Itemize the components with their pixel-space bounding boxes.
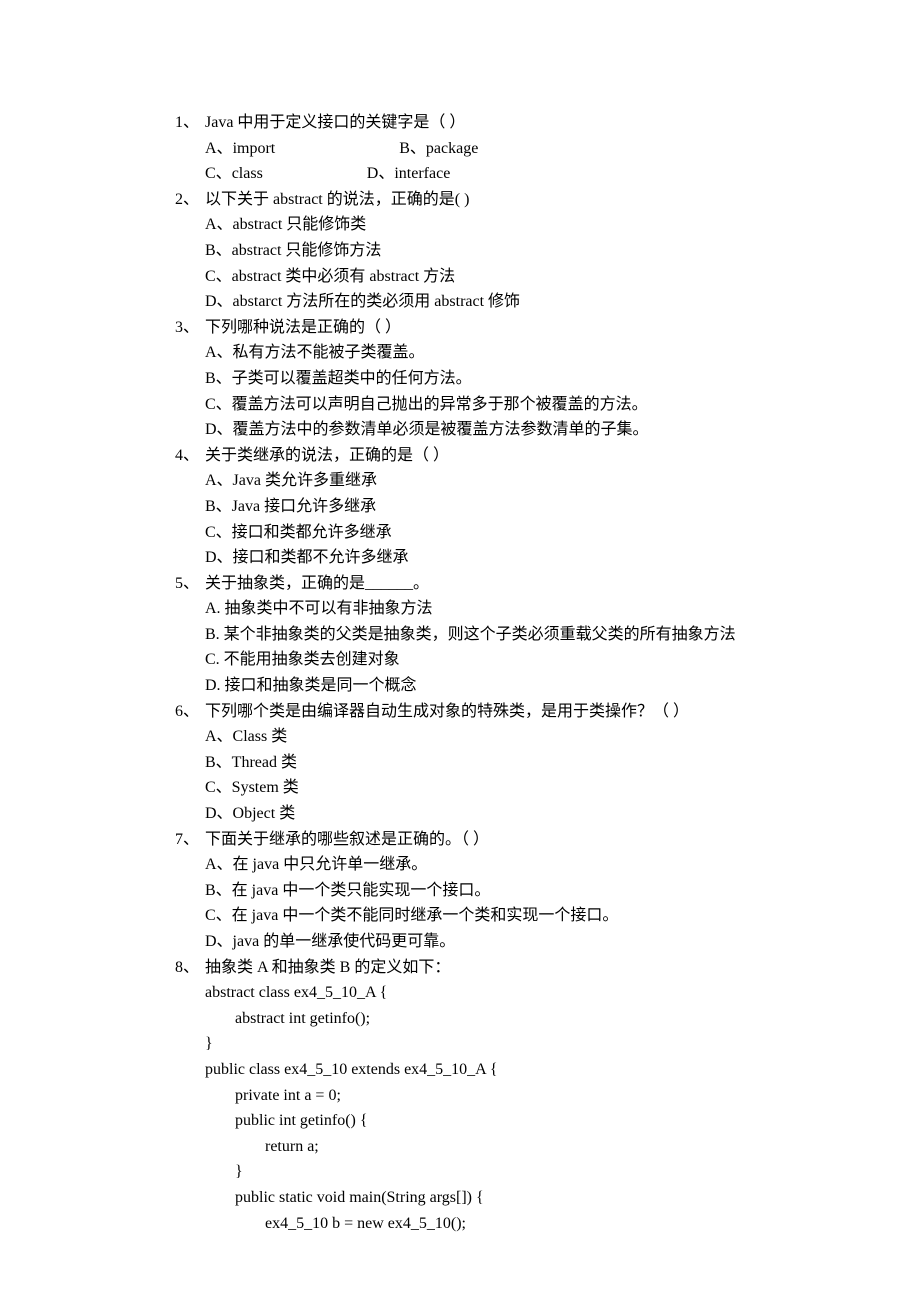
question-number: 3、 bbox=[175, 315, 205, 341]
question-stem: 关于抽象类，正确的是______。 bbox=[205, 571, 745, 597]
option-d: D. 接口和抽象类是同一个概念 bbox=[175, 673, 745, 699]
question-4: 4、 关于类继承的说法，正确的是（ ） bbox=[175, 443, 745, 469]
option-d: D、abstarct 方法所在的类必须用 abstract 修饰 bbox=[175, 289, 745, 315]
question-6: 6、 下列哪个类是由编译器自动生成对象的特殊类，是用于类操作？（ ） bbox=[175, 699, 745, 725]
option-row: C、class D、interface bbox=[175, 161, 745, 187]
option-c: C、System 类 bbox=[175, 775, 745, 801]
question-stem: 下列哪种说法是正确的（ ） bbox=[205, 315, 745, 341]
option-b: B、子类可以覆盖超类中的任何方法。 bbox=[175, 366, 745, 392]
option-b: B、Thread 类 bbox=[175, 750, 745, 776]
question-number: 8、 bbox=[175, 955, 205, 981]
option-d: D、覆盖方法中的参数清单必须是被覆盖方法参数清单的子集。 bbox=[175, 417, 745, 443]
option-d: D、Object 类 bbox=[175, 801, 745, 827]
code-line: return a; bbox=[175, 1134, 745, 1160]
question-number: 5、 bbox=[175, 571, 205, 597]
exam-page: 1、 Java 中用于定义接口的关键字是（ ） A、import B、packa… bbox=[0, 0, 920, 1302]
question-number: 4、 bbox=[175, 443, 205, 469]
option-b: B. 某个非抽象类的父类是抽象类，则这个子类必须重载父类的所有抽象方法 bbox=[175, 622, 745, 648]
question-1: 1、 Java 中用于定义接口的关键字是（ ） bbox=[175, 110, 745, 136]
option-c: C、覆盖方法可以声明自己抛出的异常多于那个被覆盖的方法。 bbox=[175, 392, 745, 418]
option-c: C. 不能用抽象类去创建对象 bbox=[175, 647, 745, 673]
option-c: C、abstract 类中必须有 abstract 方法 bbox=[175, 264, 745, 290]
code-line: ex4_5_10 b = new ex4_5_10(); bbox=[175, 1211, 745, 1237]
option-b: B、package bbox=[399, 136, 478, 162]
code-line: public int getinfo() { bbox=[175, 1108, 745, 1134]
question-number: 2、 bbox=[175, 187, 205, 213]
question-7: 7、 下面关于继承的哪些叙述是正确的。（ ） bbox=[175, 827, 745, 853]
question-stem: 以下关于 abstract 的说法，正确的是( ) bbox=[205, 187, 745, 213]
option-a: A、在 java 中只允许单一继承。 bbox=[175, 852, 745, 878]
option-c: C、class bbox=[205, 161, 263, 187]
question-stem: Java 中用于定义接口的关键字是（ ） bbox=[205, 110, 745, 136]
option-b: B、Java 接口允许多继承 bbox=[175, 494, 745, 520]
option-a: A. 抽象类中不可以有非抽象方法 bbox=[175, 596, 745, 622]
question-5: 5、 关于抽象类，正确的是______。 bbox=[175, 571, 745, 597]
option-d: D、接口和类都不允许多继承 bbox=[175, 545, 745, 571]
option-b: B、abstract 只能修饰方法 bbox=[175, 238, 745, 264]
code-line: public static void main(String args[]) { bbox=[175, 1185, 745, 1211]
code-line: private int a = 0; bbox=[175, 1083, 745, 1109]
option-c: C、接口和类都允许多继承 bbox=[175, 520, 745, 546]
option-a: A、import bbox=[205, 136, 275, 162]
option-d: D、interface bbox=[367, 161, 451, 187]
option-a: A、Class 类 bbox=[175, 724, 745, 750]
code-line: public class ex4_5_10 extends ex4_5_10_A… bbox=[175, 1057, 745, 1083]
code-line: abstract int getinfo(); bbox=[175, 1006, 745, 1032]
option-d: D、java 的单一继承使代码更可靠。 bbox=[175, 929, 745, 955]
question-stem: 关于类继承的说法，正确的是（ ） bbox=[205, 443, 745, 469]
option-row: A、import B、package bbox=[175, 136, 745, 162]
option-a: A、Java 类允许多重继承 bbox=[175, 468, 745, 494]
code-line: } bbox=[175, 1159, 745, 1185]
question-number: 1、 bbox=[175, 110, 205, 136]
option-c: C、在 java 中一个类不能同时继承一个类和实现一个接口。 bbox=[175, 903, 745, 929]
question-number: 6、 bbox=[175, 699, 205, 725]
question-number: 7、 bbox=[175, 827, 205, 853]
question-2: 2、 以下关于 abstract 的说法，正确的是( ) bbox=[175, 187, 745, 213]
code-line: abstract class ex4_5_10_A { bbox=[175, 980, 745, 1006]
question-3: 3、 下列哪种说法是正确的（ ） bbox=[175, 315, 745, 341]
option-b: B、在 java 中一个类只能实现一个接口。 bbox=[175, 878, 745, 904]
option-a: A、私有方法不能被子类覆盖。 bbox=[175, 340, 745, 366]
question-stem: 下列哪个类是由编译器自动生成对象的特殊类，是用于类操作？（ ） bbox=[205, 699, 745, 725]
question-stem: 下面关于继承的哪些叙述是正确的。（ ） bbox=[205, 827, 745, 853]
code-line: } bbox=[175, 1031, 745, 1057]
question-8: 8、 抽象类 A 和抽象类 B 的定义如下： bbox=[175, 955, 745, 981]
question-stem: 抽象类 A 和抽象类 B 的定义如下： bbox=[205, 955, 745, 981]
option-a: A、abstract 只能修饰类 bbox=[175, 212, 745, 238]
